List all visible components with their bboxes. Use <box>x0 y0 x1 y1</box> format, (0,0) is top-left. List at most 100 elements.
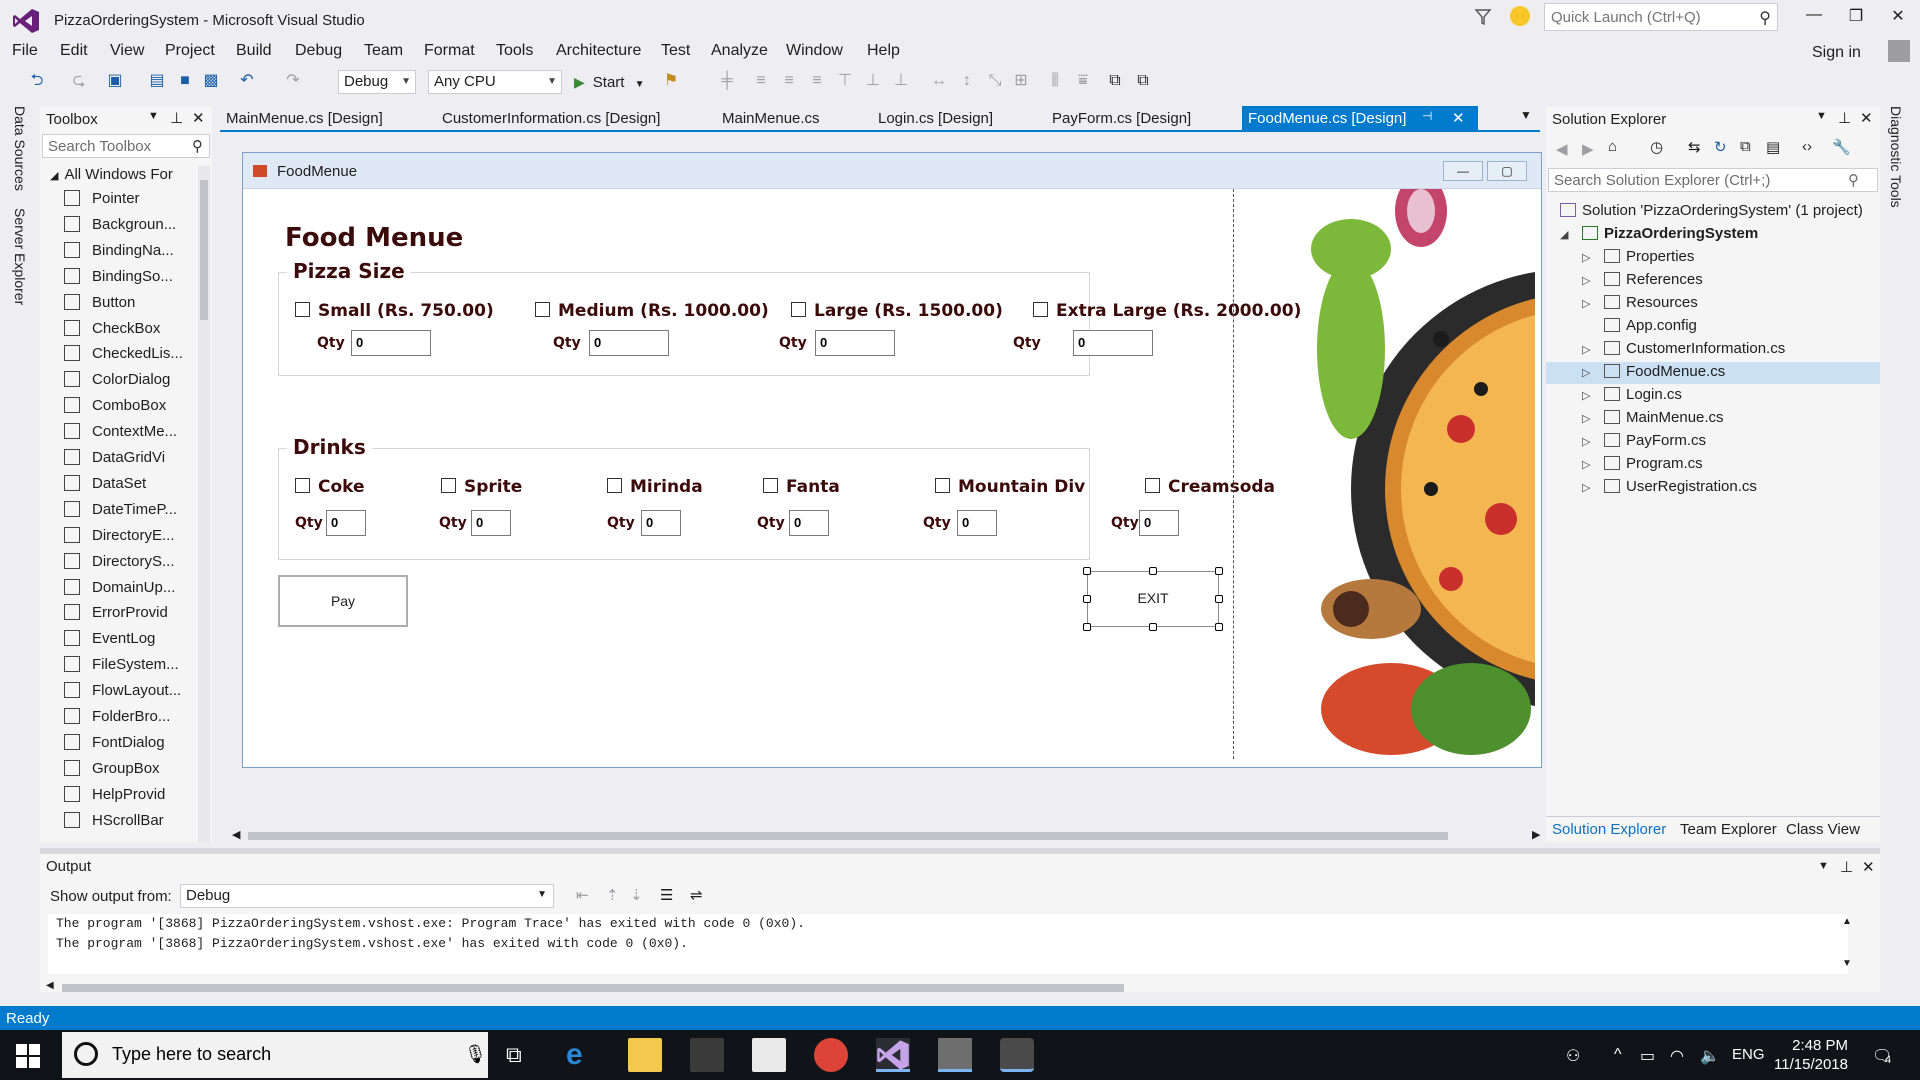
pin-icon[interactable]: ⊥ <box>1838 109 1851 127</box>
align-centers-icon[interactable]: ≡ <box>780 72 798 90</box>
toolbox-item[interactable]: DataGridVi <box>64 449 165 466</box>
solution-item[interactable]: ▷ UserRegistration.cs <box>1582 478 1757 495</box>
drinks-groupbox[interactable] <box>278 448 1090 560</box>
make-same-size-icon[interactable]: ⤡ <box>986 72 1004 90</box>
menu-edit[interactable]: Edit <box>60 42 88 60</box>
redo-icon[interactable]: ↷ <box>284 72 302 90</box>
go-to-next-icon[interactable]: ⇣ <box>630 886 643 904</box>
make-same-width-icon[interactable]: ↔ <box>930 72 948 90</box>
checkbox-coke[interactable]: Coke <box>295 477 365 497</box>
resize-handle[interactable] <box>1083 623 1091 631</box>
resize-handle[interactable] <box>1149 567 1157 575</box>
make-same-height-icon[interactable]: ↕ <box>958 72 976 90</box>
people-icon[interactable]: ⚇ <box>1566 1046 1580 1066</box>
checkbox-mirinda[interactable]: Mirinda <box>607 477 703 497</box>
toolbox-item[interactable]: CheckedLis... <box>64 345 183 362</box>
solution-explorer-search-input[interactable]: Search Solution Explorer (Ctrl+;) ⚲ <box>1548 168 1878 192</box>
tools-app-icon[interactable] <box>938 1038 972 1072</box>
solution-configuration-combo[interactable]: Debug ▼ <box>338 70 416 94</box>
checkbox-box[interactable] <box>1033 302 1048 317</box>
checkbox-box[interactable] <box>763 478 778 493</box>
chevron-down-icon[interactable]: ▼ <box>1816 110 1827 122</box>
qty-mountain-div-input[interactable]: 0 <box>957 510 997 536</box>
toolbox-item[interactable]: FileSystem... <box>64 656 179 673</box>
restore-button[interactable]: ❐ <box>1836 6 1876 30</box>
tab-solution-explorer[interactable]: Solution Explorer <box>1552 821 1666 838</box>
toolbox-item[interactable]: Button <box>64 293 135 311</box>
scroll-left-icon[interactable]: ◀ <box>232 828 240 841</box>
visual-studio-taskbar-icon[interactable] <box>876 1038 910 1072</box>
resize-handle[interactable] <box>1149 623 1157 631</box>
save-icon[interactable]: ■ <box>176 72 194 90</box>
checkbox-box[interactable] <box>441 478 456 493</box>
scrollbar-thumb[interactable] <box>248 832 1448 840</box>
mail-icon[interactable] <box>752 1038 786 1072</box>
menu-project[interactable]: Project <box>165 42 215 60</box>
checkbox-box[interactable] <box>1145 478 1160 493</box>
menu-build[interactable]: Build <box>236 42 272 60</box>
server-explorer-tab[interactable]: Server Explorer <box>12 208 28 305</box>
menu-architecture[interactable]: Architecture <box>556 42 641 60</box>
close-icon[interactable]: ✕ <box>1452 109 1465 127</box>
menu-help[interactable]: Help <box>867 42 900 60</box>
toolbox-item[interactable]: ComboBox <box>64 397 166 414</box>
back-icon[interactable]: ◀ <box>1556 140 1568 158</box>
headset-app-icon[interactable] <box>1000 1038 1034 1072</box>
chevron-down-icon[interactable]: ▼ <box>148 110 159 122</box>
checkbox-box[interactable] <box>935 478 950 493</box>
pending-changes-icon[interactable]: ◷ <box>1650 138 1663 156</box>
go-to-previous-icon[interactable]: ⇡ <box>606 886 619 904</box>
checkbox-small[interactable]: Small (Rs. 750.00) <box>295 301 494 321</box>
collapse-arrow-icon[interactable]: ◢ <box>1560 228 1574 241</box>
pin-icon[interactable]: ⊥ <box>170 109 183 127</box>
file-explorer-icon[interactable] <box>628 1038 662 1072</box>
toolbox-item[interactable]: DirectoryE... <box>64 526 175 544</box>
expand-arrow-icon[interactable]: ▷ <box>1582 458 1596 471</box>
checkbox-sprite[interactable]: Sprite <box>441 477 522 497</box>
clock[interactable]: 2:48 PM 11/15/2018 <box>1770 1036 1848 1074</box>
qty-sprite-input[interactable]: 0 <box>471 510 511 536</box>
sync-icon[interactable]: ⇆ <box>1688 138 1701 156</box>
toolbox-item[interactable]: FlowLayout... <box>64 682 181 699</box>
qty-large-input[interactable]: 0 <box>815 330 895 356</box>
toolbox-item[interactable]: FolderBro... <box>64 708 170 725</box>
menu-team[interactable]: Team <box>364 42 403 60</box>
menu-test[interactable]: Test <box>661 42 690 60</box>
toolbox-scrollbar[interactable] <box>198 166 210 842</box>
checkbox-creamsoda[interactable]: Creamsoda <box>1145 477 1275 497</box>
qty-medium-input[interactable]: 0 <box>589 330 669 356</box>
menu-analyze[interactable]: Analyze <box>711 42 768 60</box>
qty-mirinda-input[interactable]: 0 <box>641 510 681 536</box>
solution-item[interactable]: ▷ CustomerInformation.cs <box>1582 340 1785 357</box>
toolbox-item[interactable]: ColorDialog <box>64 371 170 388</box>
menu-debug[interactable]: Debug <box>295 42 342 60</box>
feedback-filter-icon[interactable] <box>1474 8 1492 26</box>
project-node[interactable]: ◢ PizzaOrderingSystem <box>1560 225 1758 242</box>
vertical-spacing-icon[interactable]: ⩸ <box>1074 72 1092 90</box>
toolbox-item[interactable]: ContextMe... <box>64 423 177 440</box>
menu-view[interactable]: View <box>110 42 144 60</box>
align-middles-icon[interactable]: ⊥ <box>864 72 882 90</box>
solution-item[interactable]: ▷ FoodMenue.cs <box>1582 363 1725 380</box>
resize-handle[interactable] <box>1083 595 1091 603</box>
scrollbar-thumb[interactable] <box>200 180 208 320</box>
toolbox-item[interactable]: BindingNa... <box>64 241 174 259</box>
tab-login-design[interactable]: Login.cs [Design] <box>878 110 993 127</box>
expand-arrow-icon[interactable]: ▷ <box>1582 274 1596 287</box>
qty-fanta-input[interactable]: 0 <box>789 510 829 536</box>
new-project-icon[interactable]: ▣ <box>106 72 124 90</box>
align-bottoms-icon[interactable]: ⊥ <box>892 72 910 90</box>
battery-icon[interactable]: ▭ <box>1640 1046 1655 1066</box>
solution-item[interactable]: ▷ PayForm.cs <box>1582 432 1706 449</box>
edge-browser-icon[interactable]: e <box>566 1038 600 1072</box>
taskbar-search-box[interactable]: Type here to search 🎙 <box>62 1032 488 1078</box>
data-sources-tab[interactable]: Data Sources <box>12 106 28 191</box>
scroll-up-icon[interactable]: ▲ <box>1842 916 1852 927</box>
expand-arrow-icon[interactable]: ▷ <box>1582 412 1596 425</box>
quick-launch-box[interactable]: ⚲ <box>1544 3 1778 31</box>
close-button[interactable]: ✕ <box>1878 6 1918 30</box>
navigate-forward-icon[interactable]: ⮎ <box>70 72 88 90</box>
expand-arrow-icon[interactable]: ▷ <box>1582 435 1596 448</box>
windows-start-icon[interactable] <box>16 1044 40 1068</box>
forward-icon[interactable]: ▶ <box>1582 140 1594 158</box>
